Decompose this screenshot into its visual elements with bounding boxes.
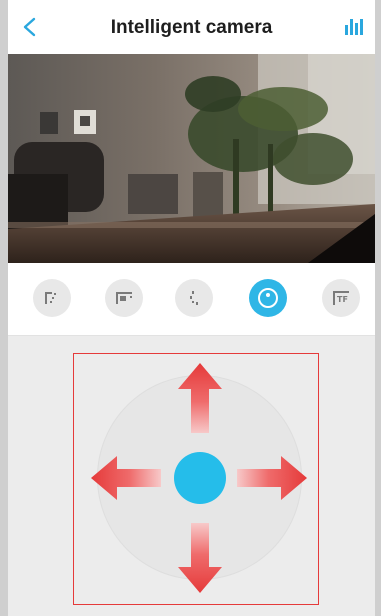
signal-button[interactable]	[343, 16, 365, 38]
left-frame	[0, 0, 8, 616]
ptz-control-button[interactable]	[249, 279, 287, 317]
joystick-center-button[interactable]	[174, 452, 226, 504]
pan-up-arrow[interactable]	[176, 363, 224, 433]
back-button[interactable]	[14, 10, 48, 44]
pan-down-arrow[interactable]	[176, 523, 224, 593]
back-chevron-icon	[23, 17, 36, 37]
rotate-icon	[45, 292, 56, 304]
screen-mode-icon	[116, 292, 132, 304]
page-title: Intelligent camera	[110, 17, 273, 38]
flip-button[interactable]	[175, 279, 213, 317]
camera-live-view[interactable]	[8, 54, 375, 263]
rotate-button[interactable]	[33, 279, 71, 317]
app-header: Intelligent camera	[8, 0, 375, 54]
flip-icon	[190, 291, 198, 305]
tf-card-icon: TF	[333, 291, 349, 305]
tf-card-label: TF	[337, 295, 348, 304]
pan-right-arrow[interactable]	[237, 454, 307, 502]
camera-feed-image	[8, 54, 375, 263]
ptz-highlight-box	[73, 353, 319, 605]
tf-card-button[interactable]: TF	[322, 279, 360, 317]
pan-left-arrow[interactable]	[91, 454, 161, 502]
ptz-control-icon	[258, 288, 278, 308]
screen-mode-button[interactable]	[105, 279, 143, 317]
camera-toolbar: TF	[8, 263, 375, 336]
ptz-joystick[interactable]	[91, 363, 307, 593]
right-frame	[375, 0, 381, 616]
signal-bars-icon	[345, 19, 363, 35]
ptz-control-area	[8, 336, 375, 616]
